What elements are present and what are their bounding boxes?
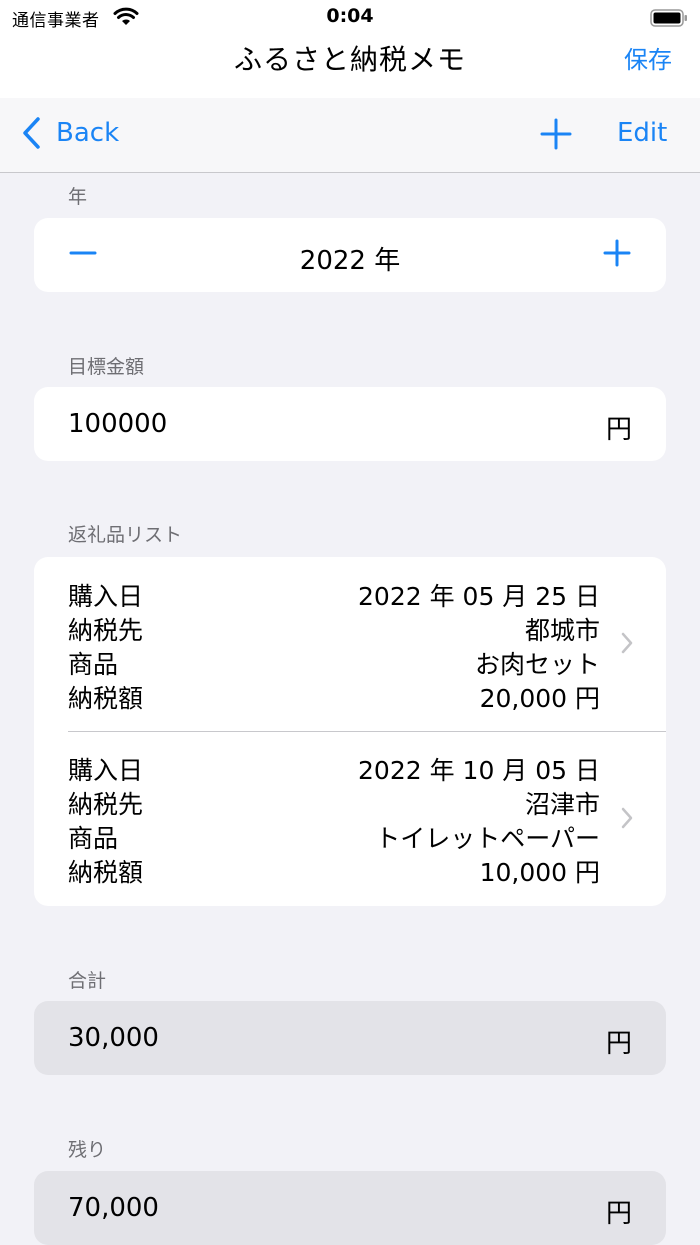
back-button[interactable]: Back — [20, 116, 119, 150]
battery-icon — [650, 9, 687, 27]
list-item[interactable]: 購入日 2022 年 10 月 05 日 納税先 沼津市 商品 トイレットペーパ… — [34, 732, 666, 906]
tax-amount-label: 納税額 — [68, 858, 144, 887]
list-item[interactable]: 購入日 2022 年 05 月 25 日 納税先 都城市 商品 お肉セット 納税… — [34, 557, 666, 732]
target-amount-label: 目標金額 — [68, 356, 145, 378]
gift-list: 購入日 2022 年 05 月 25 日 納税先 都城市 商品 お肉セット 納税… — [34, 557, 666, 906]
remaining-unit: 円 — [605, 1199, 632, 1229]
chevron-left-icon — [23, 117, 40, 149]
year-stepper: 2022 年 — [34, 218, 666, 292]
year-section-label: 年 — [68, 186, 88, 208]
back-label: Back — [56, 118, 120, 148]
navigation-bar: Back Edit — [0, 98, 700, 173]
product-label: 商品 — [68, 650, 119, 679]
target-amount-field[interactable]: 100000 円 — [34, 387, 666, 461]
product-value: お肉セット — [474, 650, 600, 679]
total-field: 30,000 円 — [34, 1001, 666, 1075]
purchase-date-label: 購入日 — [68, 756, 144, 785]
tax-amount-value: 20,000 円 — [479, 684, 600, 713]
target-amount-unit: 円 — [605, 415, 632, 445]
remaining-value: 70,000 — [68, 1193, 159, 1223]
remaining-label: 残り — [68, 1139, 107, 1161]
remaining-field: 70,000 円 — [34, 1171, 666, 1245]
chevron-right-icon — [621, 807, 633, 829]
destination-value: 都城市 — [524, 616, 600, 645]
total-unit: 円 — [605, 1029, 632, 1059]
product-label: 商品 — [68, 824, 119, 853]
tax-amount-label: 納税額 — [68, 684, 144, 713]
increment-year-icon[interactable] — [602, 238, 632, 268]
gift-list-label: 返礼品リスト — [68, 524, 183, 546]
destination-value: 沼津市 — [524, 790, 600, 819]
destination-label: 納税先 — [68, 790, 144, 819]
total-value: 30,000 — [68, 1023, 159, 1053]
app-title: ふるさと納税メモ — [233, 43, 466, 76]
total-label: 合計 — [68, 970, 107, 992]
save-button[interactable]: 保存 — [624, 40, 672, 75]
app-title-bar: ふるさと納税メモ 保存 — [0, 30, 700, 98]
add-icon[interactable] — [540, 118, 572, 150]
product-value: トイレットペーパー — [375, 824, 600, 853]
destination-label: 納税先 — [68, 616, 144, 645]
edit-button[interactable]: Edit — [617, 118, 667, 148]
target-amount-value[interactable]: 100000 — [68, 409, 167, 439]
tax-amount-value: 10,000 円 — [479, 858, 600, 887]
purchase-date-value: 2022 年 05 月 25 日 — [358, 582, 600, 611]
purchase-date-label: 購入日 — [68, 582, 144, 611]
status-time: 0:04 — [326, 5, 374, 27]
purchase-date-value: 2022 年 10 月 05 日 — [358, 756, 600, 785]
year-value: 2022 年 — [299, 246, 401, 276]
chevron-right-icon — [621, 632, 633, 654]
